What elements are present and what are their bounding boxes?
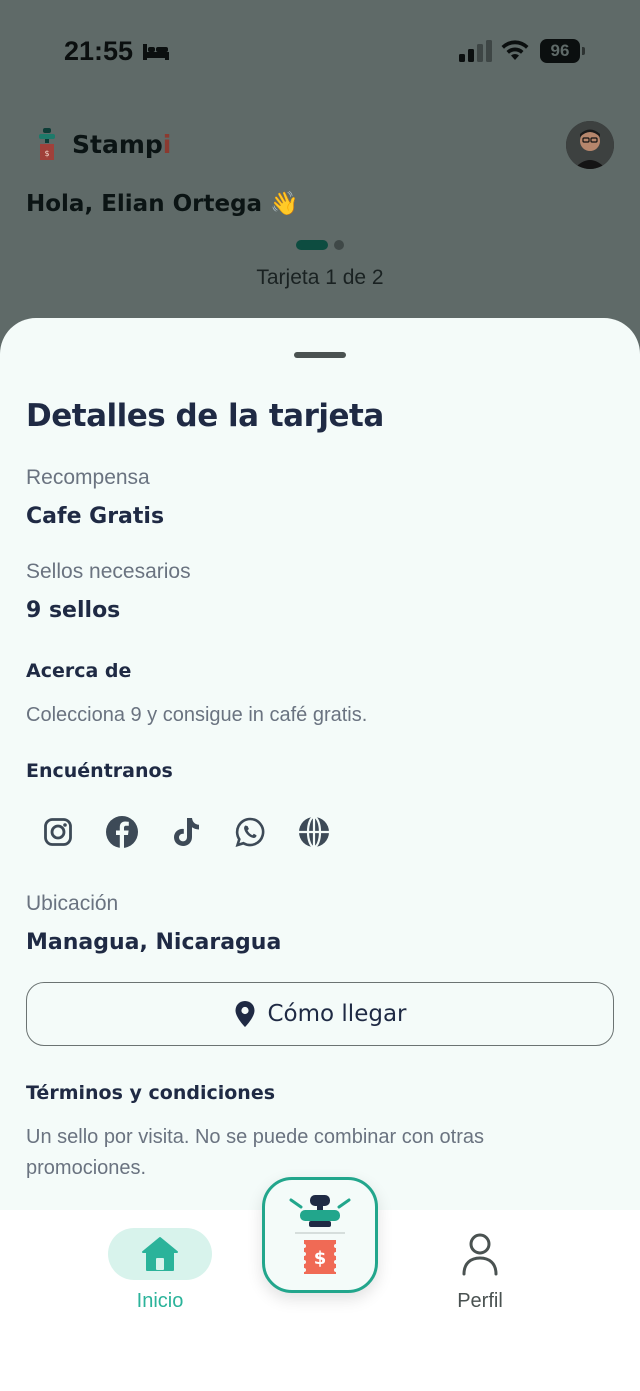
find-us-label: Encuéntranos <box>26 760 173 782</box>
battery-tip <box>582 47 585 55</box>
wifi-icon <box>501 40 529 60</box>
svg-text:$: $ <box>314 1248 327 1269</box>
cellular-signal-icon <box>459 40 492 62</box>
avatar[interactable] <box>566 121 614 169</box>
battery-level: 96 <box>540 39 580 63</box>
whatsapp-icon <box>235 817 265 847</box>
stamp-icon: $ <box>289 1195 351 1274</box>
location-label: Ubicación <box>26 892 119 915</box>
app-logo: $ Stampi <box>34 126 171 162</box>
svg-text:$: $ <box>44 149 49 158</box>
pagination-dot <box>334 240 344 250</box>
status-time: 21:55 <box>64 36 134 66</box>
location-value: Managua, Nicaragua <box>26 930 282 955</box>
nav-profile-label[interactable]: Perfil <box>430 1290 530 1313</box>
nav-home-label[interactable]: Inicio <box>108 1290 212 1313</box>
globe-icon <box>299 816 329 848</box>
reward-label: Recompensa <box>26 466 150 489</box>
stamp-logo-icon: $ <box>39 128 55 160</box>
user-icon <box>462 1233 498 1276</box>
sheet-drag-handle[interactable] <box>294 352 346 358</box>
sheet-title: Detalles de la tarjeta <box>26 398 384 434</box>
stamp-action-button[interactable]: $ <box>262 1177 378 1293</box>
instagram-icon <box>44 818 72 846</box>
nav-profile-button[interactable] <box>456 1230 504 1278</box>
about-label: Acerca de <box>26 660 132 682</box>
map-pin-icon <box>235 1001 254 1027</box>
terms-label: Términos y condiciones <box>26 1082 276 1104</box>
stamps-required-value: 9 sellos <box>26 598 121 623</box>
stamps-required-label: Sellos necesarios <box>26 560 191 583</box>
home-icon <box>142 1237 178 1271</box>
nav-home-button[interactable] <box>108 1228 212 1280</box>
instagram-link[interactable] <box>40 814 76 850</box>
facebook-icon <box>106 816 138 848</box>
user-photo-icon <box>566 121 614 169</box>
whatsapp-link[interactable] <box>232 814 268 850</box>
directions-button-label: Cómo llegar <box>267 1001 407 1027</box>
tiktok-icon <box>174 818 199 846</box>
bed-icon <box>143 44 169 60</box>
website-link[interactable] <box>296 814 332 850</box>
directions-button[interactable]: Cómo llegar <box>26 982 614 1046</box>
social-links <box>40 814 360 850</box>
about-text: Colecciona 9 y consigue in café gratis. <box>26 704 368 726</box>
facebook-link[interactable] <box>104 814 140 850</box>
terms-text: Un sello por visita. No se puede combina… <box>26 1126 485 1179</box>
card-counter: Tarjeta 1 de 2 <box>256 266 384 289</box>
pagination-dot-active <box>296 240 328 250</box>
card-pagination-dots <box>296 240 344 250</box>
reward-value: Cafe Gratis <box>26 504 165 529</box>
brand-name: Stampi <box>72 129 172 159</box>
tiktok-link[interactable] <box>168 814 204 850</box>
status-bar: 21:55 96 <box>0 0 640 100</box>
greeting-text: Hola, Elian Ortega 👋 <box>26 191 299 217</box>
